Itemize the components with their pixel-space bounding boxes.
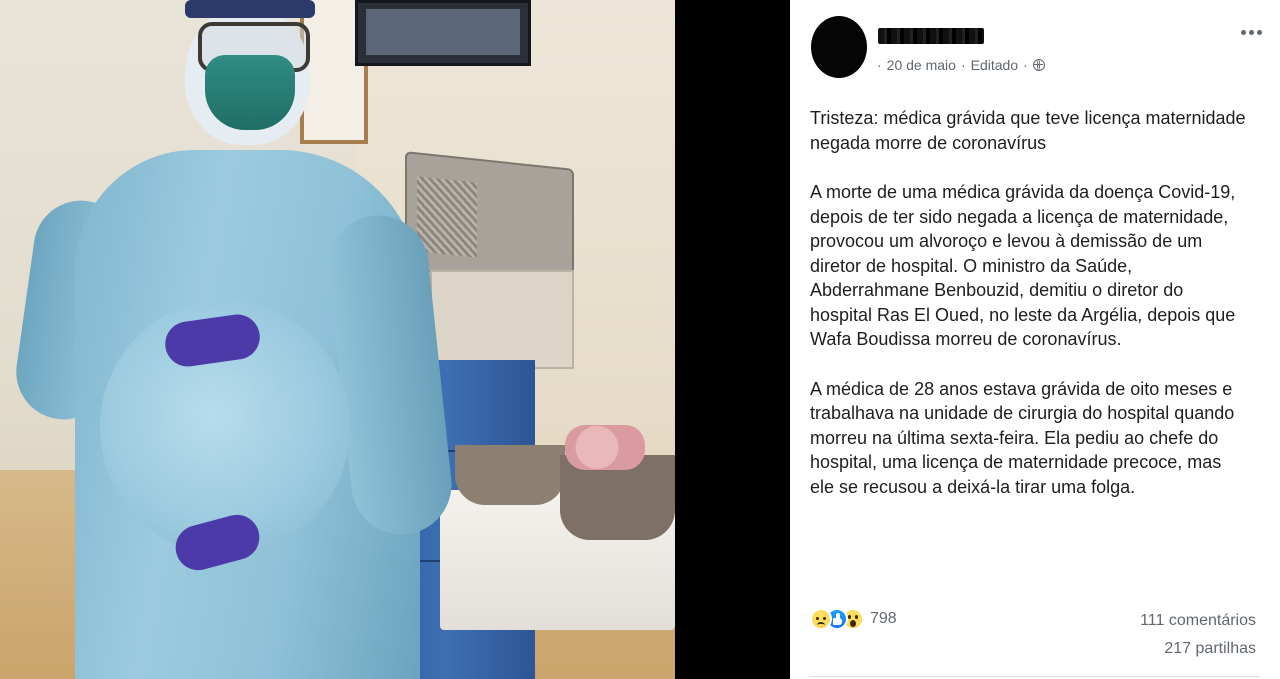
divider <box>810 676 1260 677</box>
post-panel: · 20 de maio · Editado · Tristeza: médic… <box>790 0 1280 679</box>
reaction-count[interactable]: 798 <box>870 610 897 628</box>
more-options-button[interactable] <box>1237 26 1266 39</box>
meta-separator: · <box>877 57 882 73</box>
edited-label[interactable]: Editado <box>971 57 1018 73</box>
globe-icon[interactable] <box>1032 59 1045 71</box>
post-photo[interactable] <box>0 0 675 679</box>
post-paragraph: A morte de uma médica grávida da doença … <box>810 182 1236 349</box>
face-shield <box>185 0 315 18</box>
dots-icon <box>1257 30 1262 35</box>
meta-separator: · <box>960 57 966 73</box>
redaction-scribble <box>878 28 984 44</box>
sad-icon <box>810 608 832 630</box>
face-mask <box>205 55 295 130</box>
photo-doctor <box>0 0 675 679</box>
dots-icon <box>1249 30 1254 35</box>
avatar[interactable] <box>811 16 867 78</box>
post-date[interactable]: 20 de maio <box>887 57 956 73</box>
reactions-summary[interactable]: 798 <box>810 608 897 630</box>
comments-count-link[interactable]: 111 comentários <box>1140 612 1256 630</box>
post-meta: · 20 de maio · Editado · <box>877 57 1045 73</box>
author-name[interactable] <box>878 26 984 46</box>
post-paragraph: A médica de 28 anos estava grávida de oi… <box>810 378 1235 497</box>
post-headline: Tristeza: médica grávida que teve licenç… <box>810 108 1246 153</box>
post-body: Tristeza: médica grávida que teve licenç… <box>810 106 1250 524</box>
meta-separator: · <box>1023 57 1028 73</box>
dots-icon <box>1241 30 1246 35</box>
shares-count-link[interactable]: 217 partilhas <box>1164 640 1256 658</box>
